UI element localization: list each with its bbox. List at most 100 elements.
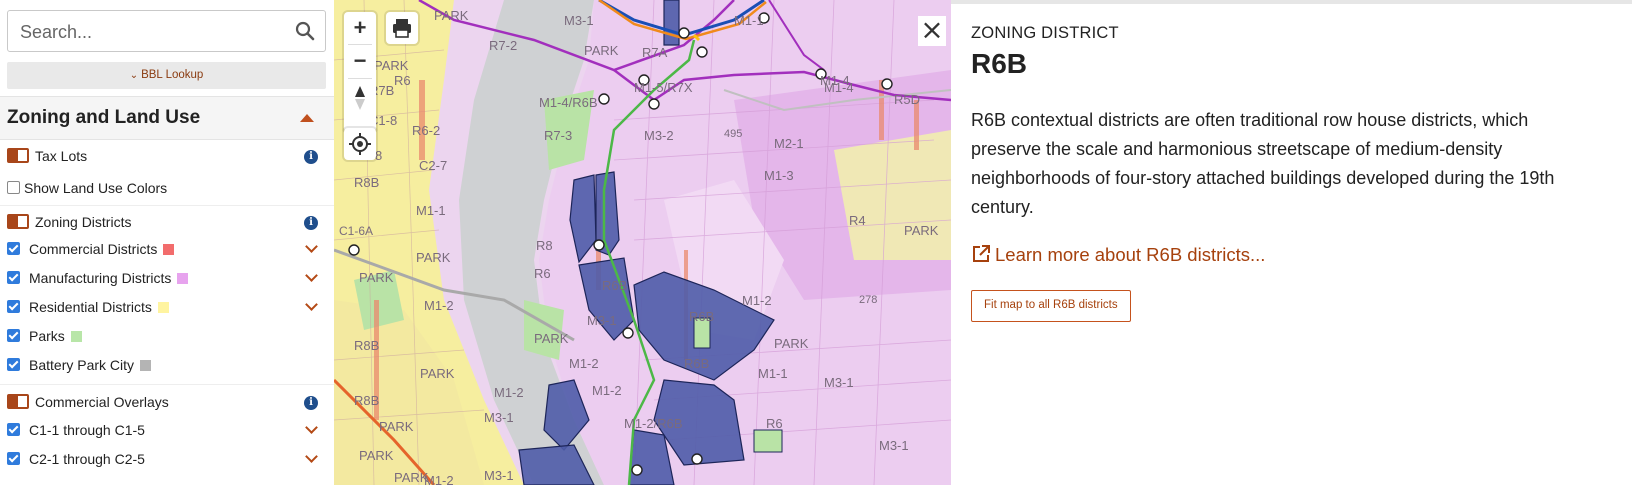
- print-button[interactable]: [386, 12, 418, 44]
- checkbox[interactable]: [7, 242, 20, 255]
- map-label: R6B: [602, 278, 627, 293]
- chevron-down-icon[interactable]: [305, 298, 318, 311]
- close-icon[interactable]: ×: [918, 16, 946, 46]
- map-label: M3-1: [824, 375, 854, 390]
- checkbox[interactable]: [7, 271, 20, 284]
- layer-commercial-overlays[interactable]: Commercial Overlays i: [0, 389, 334, 417]
- map-label: M2-1: [774, 136, 804, 151]
- checkbox[interactable]: [7, 452, 20, 465]
- panel-title: R6B: [971, 48, 1028, 79]
- layer-label-wrap: Residential Districts: [29, 299, 169, 315]
- locate-icon: [349, 133, 371, 155]
- chevron-down-icon[interactable]: [305, 450, 318, 463]
- map-label: R5D: [894, 92, 920, 107]
- map-label: R4: [849, 213, 866, 228]
- chevron-down-icon: ⌄: [129, 70, 139, 81]
- legend-swatch: [163, 244, 175, 255]
- legend-swatch: [157, 302, 169, 313]
- search-icon[interactable]: [295, 21, 315, 41]
- layer-label: C2-1 through C2-5: [29, 451, 145, 467]
- external-link-icon: [973, 245, 990, 262]
- map-label: M1-1: [416, 203, 446, 218]
- map-label: R8B: [354, 175, 379, 190]
- layer-manufacturing-districts[interactable]: Manufacturing Districts: [0, 265, 334, 293]
- divider: [348, 78, 372, 79]
- layer-toggle-icon[interactable]: [7, 394, 29, 409]
- zoom-in-button[interactable]: +: [344, 12, 376, 44]
- learn-more-label: Learn more about R6B districts...: [995, 244, 1266, 265]
- bbl-lookup-label: BBL Lookup: [141, 69, 204, 81]
- map-label: M1-1: [758, 366, 788, 381]
- checkbox[interactable]: [7, 358, 20, 371]
- legend-swatch: [140, 360, 152, 371]
- section-title: Zoning and Land Use: [7, 107, 201, 128]
- info-icon[interactable]: i: [304, 396, 318, 410]
- layer-show-land-use-colors[interactable]: Show Land Use Colors: [0, 175, 334, 203]
- layer-label: Commercial Overlays: [35, 394, 169, 410]
- map-label: PARK: [416, 250, 451, 265]
- legend-swatch: [177, 273, 189, 284]
- print-icon: [393, 19, 411, 38]
- map-label: M3-1: [484, 410, 514, 425]
- layer-label: Parks: [29, 328, 65, 344]
- zoom-out-button[interactable]: −: [344, 45, 376, 77]
- layer-commercial-districts[interactable]: Commercial Districts: [0, 236, 334, 264]
- layer-label: Battery Park City: [29, 357, 135, 373]
- map-label: R7-3: [544, 128, 572, 143]
- map-graphic: PARK PARK M3-1 M1-1 R7-2 R7A M1-5/R7X M1…: [334, 0, 951, 485]
- layer-tax-lots[interactable]: Tax Lots i: [0, 143, 334, 171]
- map-canvas[interactable]: PARK PARK M3-1 M1-1 R7-2 R7A M1-5/R7X M1…: [334, 0, 951, 485]
- map-label: 495: [724, 128, 742, 140]
- layer-c1-overlays[interactable]: C1-1 through C1-5: [0, 417, 334, 445]
- layer-toggle-icon[interactable]: [7, 214, 29, 229]
- layer-residential-districts[interactable]: Residential Districts: [0, 294, 334, 322]
- chevron-down-icon[interactable]: [305, 421, 318, 434]
- layer-parks[interactable]: Parks: [0, 323, 334, 351]
- map-label: M1-5/R7X: [634, 80, 693, 95]
- map-label: PARK: [774, 336, 809, 351]
- map-label: M3-1: [564, 13, 594, 28]
- checkbox[interactable]: [7, 181, 20, 194]
- search-box: [7, 10, 326, 53]
- layer-battery-park-city[interactable]: Battery Park City: [0, 352, 334, 380]
- map-label: PARK: [359, 448, 394, 463]
- map-label: M1-2: [592, 383, 622, 398]
- map-label: PARK: [359, 270, 394, 285]
- layer-toggle-icon[interactable]: [7, 148, 29, 163]
- map-label: M3-1: [484, 468, 514, 483]
- map-label: C1-6A: [339, 224, 373, 238]
- search-input[interactable]: [18, 11, 292, 53]
- map-label: M3-2: [644, 128, 674, 143]
- layer-label: Residential Districts: [29, 299, 152, 315]
- compass-icon[interactable]: [352, 84, 368, 112]
- map-label: R7-2: [489, 38, 517, 53]
- map-label: M3-1: [587, 313, 617, 328]
- info-icon[interactable]: i: [304, 150, 318, 164]
- map-label: R6B: [684, 356, 709, 371]
- learn-more-link[interactable]: Learn more about R6B districts...: [971, 244, 1265, 266]
- map-label: M1-2: [494, 385, 524, 400]
- chevron-down-icon[interactable]: [305, 269, 318, 282]
- panel-kicker: ZONING DISTRICT: [971, 24, 1119, 42]
- divider: [0, 205, 334, 206]
- locate-button[interactable]: [344, 128, 376, 160]
- map-label: PARK: [534, 331, 569, 346]
- section-header-zoning[interactable]: Zoning and Land Use: [0, 96, 334, 140]
- checkbox[interactable]: [7, 423, 20, 436]
- layer-c2-overlays[interactable]: C2-1 through C2-5: [0, 446, 334, 474]
- map-label: M1-2/R6B: [624, 416, 683, 431]
- bbl-lookup-button[interactable]: ⌄ BBL Lookup: [7, 62, 326, 89]
- layer-label: Show Land Use Colors: [24, 180, 168, 196]
- collapse-icon[interactable]: [300, 114, 314, 122]
- map-label: M1-1: [734, 13, 764, 28]
- layer-label: Zoning Districts: [35, 214, 132, 230]
- layer-zoning-districts[interactable]: Zoning Districts i: [0, 209, 334, 237]
- info-panel: × ZONING DISTRICT R6B R6B contextual dis…: [918, 4, 1632, 485]
- map-label: M1-3: [764, 168, 794, 183]
- checkbox[interactable]: [7, 300, 20, 313]
- fit-map-button[interactable]: Fit map to all R6B districts: [971, 290, 1131, 322]
- checkbox[interactable]: [7, 329, 20, 342]
- info-icon[interactable]: i: [304, 216, 318, 230]
- map-label: M1-2: [424, 473, 454, 485]
- chevron-down-icon[interactable]: [305, 240, 318, 253]
